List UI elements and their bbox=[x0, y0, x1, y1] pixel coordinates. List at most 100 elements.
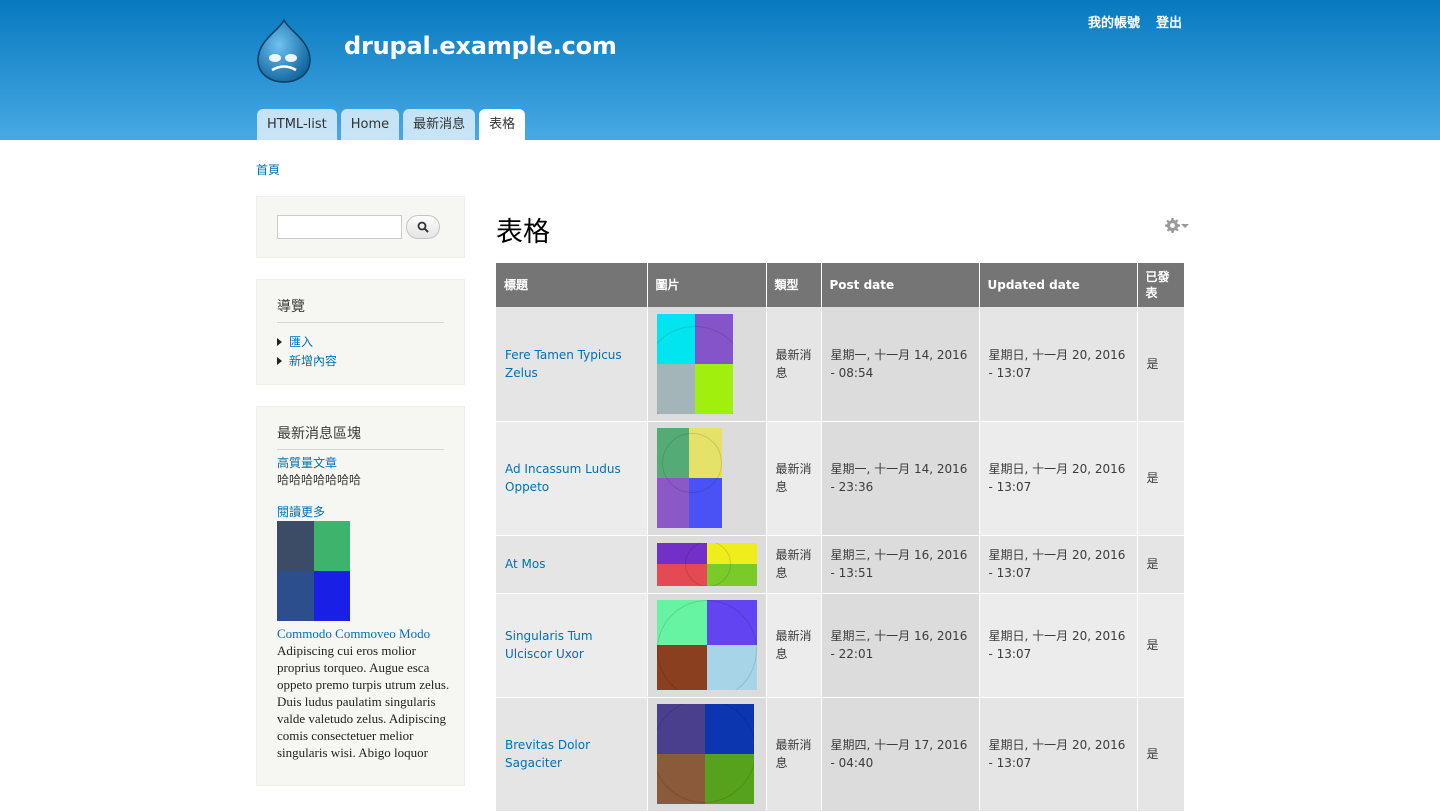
thumb-quadrant bbox=[277, 521, 314, 571]
cell-type: 最新消息 bbox=[766, 535, 822, 594]
cell-published: 是 bbox=[1137, 593, 1184, 698]
thumb-quadrant bbox=[277, 571, 314, 621]
cell-published: 是 bbox=[1137, 307, 1184, 422]
nav-item-add-content: 新增內容 bbox=[277, 351, 337, 370]
table-header-row: 標題 圖片 類型 Post date Updated date 已發表 bbox=[496, 263, 1184, 307]
table-row: Singularis Tum Ulciscor Uxor 最新消息 星期三, 十… bbox=[496, 593, 1184, 698]
thumb-circle bbox=[661, 433, 722, 493]
main-menu-item-table[interactable]: 表格 bbox=[479, 109, 526, 140]
thumb-circle bbox=[656, 704, 754, 803]
news-thumbnail-image[interactable] bbox=[277, 521, 350, 621]
column-header-published[interactable]: 已發表 bbox=[1137, 263, 1184, 307]
news-block-title: 最新消息區塊 bbox=[277, 423, 444, 450]
news-article-text: 哈哈哈哈哈哈哈 bbox=[277, 473, 362, 487]
cell-image bbox=[647, 593, 767, 698]
chevron-down-icon bbox=[1181, 223, 1189, 228]
cell-published: 是 bbox=[1137, 535, 1184, 594]
cell-post-date: 星期一, 十一月 14, 2016 - 23:36 bbox=[821, 421, 980, 536]
search-icon bbox=[417, 221, 429, 233]
column-header-updated-date[interactable]: Updated date bbox=[979, 263, 1138, 307]
search-block bbox=[256, 196, 465, 258]
bullet-triangle-icon bbox=[277, 356, 282, 365]
read-more-link[interactable]: 閱讀更多 bbox=[277, 505, 325, 519]
news-second-title-link[interactable]: Commodo Commoveo Modo bbox=[277, 626, 430, 641]
cell-updated-date: 星期日, 十一月 20, 2016 - 13:07 bbox=[979, 307, 1138, 422]
thumb-circle bbox=[656, 325, 733, 414]
cell-image bbox=[647, 307, 767, 422]
table-row: Ad Incassum Ludus Oppeto 最新消息 星期一, 十一月 1… bbox=[496, 421, 1184, 536]
cell-title: At Mos bbox=[496, 535, 648, 594]
cell-post-date: 星期四, 十一月 17, 2016 - 04:40 bbox=[821, 697, 980, 812]
main-menu-item-news[interactable]: 最新消息 bbox=[403, 109, 476, 140]
logout-link[interactable]: 登出 bbox=[1156, 12, 1182, 31]
cell-type: 最新消息 bbox=[766, 307, 822, 422]
search-input[interactable] bbox=[277, 215, 402, 239]
cell-title: Ad Incassum Ludus Oppeto bbox=[496, 421, 648, 536]
cell-post-date: 星期三, 十一月 16, 2016 - 13:51 bbox=[821, 535, 980, 594]
contextual-links-button[interactable] bbox=[1165, 218, 1189, 233]
navigation-block: 導覽 匯入 新增內容 bbox=[256, 279, 465, 385]
navigation-block-title: 導覽 bbox=[277, 296, 444, 323]
thumb-quadrant bbox=[313, 521, 350, 571]
gear-icon bbox=[1165, 218, 1180, 233]
my-account-link[interactable]: 我的帳號 bbox=[1088, 12, 1140, 31]
row-thumbnail-image[interactable] bbox=[656, 428, 722, 528]
nav-item-import: 匯入 bbox=[277, 332, 337, 351]
column-header-title[interactable]: 標題 bbox=[496, 263, 648, 307]
news-block: 最新消息區塊 高質量文章 哈哈哈哈哈哈哈 閱讀更多 Commodo Commov… bbox=[256, 406, 465, 786]
row-title-link[interactable]: Ad Incassum Ludus Oppeto bbox=[505, 462, 621, 494]
cell-image bbox=[647, 697, 767, 812]
cell-updated-date: 星期日, 十一月 20, 2016 - 13:07 bbox=[979, 421, 1138, 536]
drupal-logo-icon[interactable] bbox=[254, 18, 314, 84]
row-thumbnail-image[interactable] bbox=[656, 542, 757, 586]
breadcrumb-home-link[interactable]: 首頁 bbox=[256, 163, 280, 177]
site-name[interactable]: drupal.example.com bbox=[344, 32, 617, 60]
content-table: 標題 圖片 類型 Post date Updated date 已發表 Fere… bbox=[496, 263, 1184, 812]
main-menu: HTML-list Home 最新消息 表格 bbox=[257, 109, 526, 140]
cell-title: Fere Tamen Typicus Zelus bbox=[496, 307, 648, 422]
table-row: Brevitas Dolor Sagaciter 最新消息 星期四, 十一月 1… bbox=[496, 697, 1184, 812]
cell-post-date: 星期三, 十一月 16, 2016 - 22:01 bbox=[821, 593, 980, 698]
cell-updated-date: 星期日, 十一月 20, 2016 - 13:07 bbox=[979, 535, 1138, 594]
main-menu-item-home[interactable]: Home bbox=[340, 109, 400, 140]
row-title-link[interactable]: Brevitas Dolor Sagaciter bbox=[505, 738, 590, 770]
navigation-list: 匯入 新增內容 bbox=[277, 332, 337, 370]
cell-post-date: 星期一, 十一月 14, 2016 - 08:54 bbox=[821, 307, 980, 422]
cell-type: 最新消息 bbox=[766, 593, 822, 698]
news-block-content: 高質量文章 哈哈哈哈哈哈哈 閱讀更多 Commodo Commoveo Modo… bbox=[277, 455, 452, 761]
site-header: drupal.example.com 我的帳號 登出 HTML-list Hom… bbox=[0, 0, 1440, 140]
news-article-link[interactable]: 高質量文章 bbox=[277, 456, 337, 470]
bullet-triangle-icon bbox=[277, 337, 282, 346]
cell-updated-date: 星期日, 十一月 20, 2016 - 13:07 bbox=[979, 593, 1138, 698]
cell-published: 是 bbox=[1137, 421, 1184, 536]
row-title-link[interactable]: At Mos bbox=[505, 557, 545, 571]
cell-published: 是 bbox=[1137, 697, 1184, 812]
row-thumbnail-image[interactable] bbox=[656, 600, 757, 690]
breadcrumb: 首頁 bbox=[256, 161, 280, 178]
page-title: 表格 bbox=[496, 217, 550, 248]
news-second-text: Adipiscing cui eros molior proprius torq… bbox=[277, 643, 450, 760]
secondary-menu: 我的帳號 登出 bbox=[1088, 12, 1182, 31]
table-row: At Mos 最新消息 星期三, 十一月 16, 2016 - 13:51 星期… bbox=[496, 535, 1184, 594]
thumb-circle bbox=[684, 542, 731, 586]
thumb-circle bbox=[656, 600, 757, 690]
nav-link-add-content[interactable]: 新增內容 bbox=[289, 352, 337, 369]
cell-image bbox=[647, 535, 767, 594]
table-row: Fere Tamen Typicus Zelus 最新消息 星期一, 十一月 1… bbox=[496, 307, 1184, 422]
cell-type: 最新消息 bbox=[766, 697, 822, 812]
column-header-image[interactable]: 圖片 bbox=[647, 263, 767, 307]
row-title-link[interactable]: Singularis Tum Ulciscor Uxor bbox=[505, 629, 593, 661]
row-thumbnail-image[interactable] bbox=[656, 313, 733, 414]
row-thumbnail-image[interactable] bbox=[656, 704, 754, 804]
cell-image bbox=[647, 421, 767, 536]
cell-updated-date: 星期日, 十一月 20, 2016 - 13:07 bbox=[979, 697, 1138, 812]
thumb-quadrant bbox=[313, 571, 350, 621]
row-title-link[interactable]: Fere Tamen Typicus Zelus bbox=[505, 348, 622, 380]
nav-link-import[interactable]: 匯入 bbox=[289, 333, 313, 350]
column-header-type[interactable]: 類型 bbox=[766, 263, 822, 307]
cell-title: Singularis Tum Ulciscor Uxor bbox=[496, 593, 648, 698]
search-button[interactable] bbox=[406, 215, 440, 239]
main-menu-item-html-list[interactable]: HTML-list bbox=[257, 109, 337, 140]
column-header-post-date[interactable]: Post date bbox=[821, 263, 980, 307]
cell-type: 最新消息 bbox=[766, 421, 822, 536]
